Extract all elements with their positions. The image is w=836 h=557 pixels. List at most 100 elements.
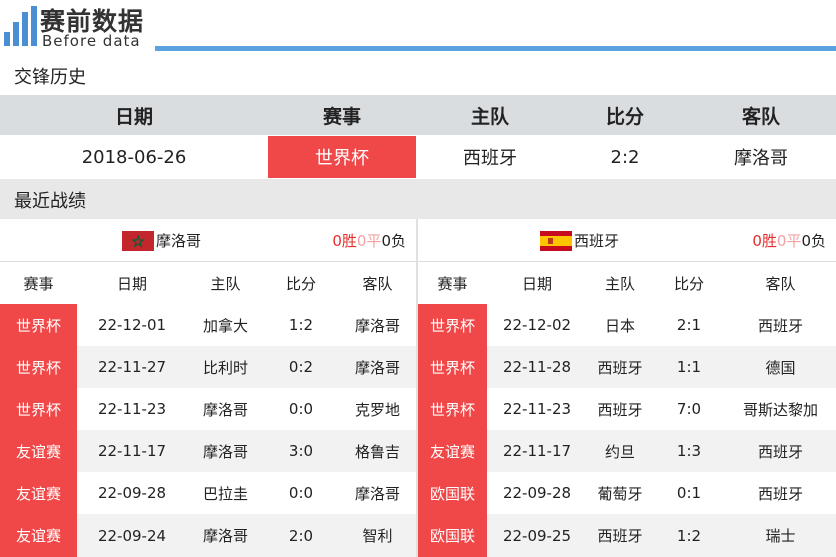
match-date: 22-09-28 bbox=[502, 484, 572, 502]
home-team: 西班牙 bbox=[597, 358, 643, 377]
table-row: 世界杯 22-11-23 摩洛哥 0:0 克罗地 bbox=[0, 388, 417, 430]
score: 1:1 bbox=[676, 358, 702, 376]
match-date: 22-11-28 bbox=[502, 358, 572, 376]
record-left-loss: 0负 bbox=[381, 232, 406, 250]
column-divider bbox=[416, 219, 418, 557]
away-team: 西班牙 bbox=[757, 316, 803, 335]
comp-badge: 世界杯 bbox=[0, 388, 77, 430]
score: 2:1 bbox=[676, 316, 702, 334]
left-header-date: 日期 bbox=[116, 274, 147, 293]
h2h-away: 摩洛哥 bbox=[734, 148, 788, 169]
table-row: 世界杯 22-11-23 西班牙 7:0 哥斯达黎加 bbox=[418, 388, 836, 430]
score: 7:0 bbox=[676, 400, 702, 418]
home-team: 摩洛哥 bbox=[202, 442, 248, 461]
left-header-home: 主队 bbox=[210, 274, 241, 293]
record-right-win: 0胜 bbox=[752, 232, 777, 250]
h2h-section-title: 交锋历史 bbox=[0, 56, 836, 94]
home-team: 日本 bbox=[604, 316, 635, 335]
home-team: 加拿大 bbox=[202, 316, 248, 335]
score: 3:0 bbox=[288, 442, 314, 460]
match-date: 22-12-02 bbox=[502, 316, 572, 334]
match-date: 22-11-27 bbox=[97, 358, 167, 376]
away-team: 摩洛哥 bbox=[354, 358, 400, 377]
logo-subtitle: Before data bbox=[42, 32, 141, 50]
table-row: 世界杯 22-11-28 西班牙 1:1 德国 bbox=[418, 346, 836, 388]
comp-badge: 友谊赛 bbox=[0, 514, 77, 557]
home-team: 西班牙 bbox=[597, 400, 643, 419]
team-header-left: 摩洛哥 0胜0平0负 bbox=[0, 219, 416, 262]
right-header-away: 客队 bbox=[765, 274, 796, 293]
away-team: 克罗地 bbox=[354, 400, 400, 419]
right-header-date: 日期 bbox=[521, 274, 552, 293]
score: 0:0 bbox=[288, 400, 314, 418]
away-team: 瑞士 bbox=[765, 527, 796, 545]
table-row: 欧国联 22-09-25 西班牙 1:2 瑞士 bbox=[418, 514, 836, 557]
left-header-comp: 赛事 bbox=[23, 274, 54, 293]
team-name-left: 摩洛哥 bbox=[156, 232, 202, 250]
h2h-home: 西班牙 bbox=[463, 148, 517, 169]
comp-badge: 世界杯 bbox=[0, 304, 77, 346]
away-team: 摩洛哥 bbox=[354, 484, 400, 503]
comp-badge: 世界杯 bbox=[418, 388, 487, 430]
home-team: 巴拉圭 bbox=[202, 484, 248, 503]
home-team: 葡萄牙 bbox=[597, 484, 643, 503]
away-team: 格鲁吉 bbox=[354, 442, 400, 461]
match-date: 22-09-24 bbox=[97, 526, 167, 545]
away-team: 摩洛哥 bbox=[354, 316, 400, 335]
right-header-score: 比分 bbox=[673, 274, 704, 293]
h2h-row: 2018-06-26 世界杯 西班牙 2:2 摩洛哥 bbox=[0, 136, 836, 178]
record-left: 0胜0平0负 bbox=[332, 230, 406, 251]
score: 2:0 bbox=[288, 526, 314, 545]
comp-badge: 欧国联 bbox=[418, 472, 487, 514]
recent-section-title: 最近战绩 bbox=[0, 179, 836, 219]
match-date: 22-09-25 bbox=[502, 526, 572, 545]
comp-badge: 欧国联 bbox=[418, 514, 487, 557]
table-row: 世界杯 22-11-27 比利时 0:2 摩洛哥 bbox=[0, 346, 417, 388]
match-date: 22-12-01 bbox=[97, 316, 167, 334]
h2h-score: 2:2 bbox=[610, 146, 640, 168]
match-date: 22-11-17 bbox=[97, 442, 167, 460]
left-header-away: 客队 bbox=[362, 274, 393, 293]
score: 0:1 bbox=[676, 484, 702, 502]
h2h-header-row: 日期 赛事 主队 比分 客队 bbox=[0, 95, 836, 135]
right-header-comp: 赛事 bbox=[437, 274, 468, 293]
score: 1:3 bbox=[676, 442, 702, 460]
table-row: 友谊赛 22-11-17 约旦 1:3 西班牙 bbox=[418, 430, 836, 472]
recent-title-text: 最近战绩 bbox=[14, 191, 86, 212]
match-date: 22-11-23 bbox=[502, 400, 572, 418]
match-date: 22-09-28 bbox=[97, 484, 167, 502]
comp-badge: 友谊赛 bbox=[418, 430, 487, 472]
spain-flag-icon bbox=[540, 230, 572, 251]
logo-bars-icon bbox=[4, 6, 38, 46]
h2h-comp-badge: 世界杯 bbox=[268, 136, 416, 178]
record-left-draw: 0平 bbox=[356, 232, 382, 250]
team-name-right: 西班牙 bbox=[574, 232, 620, 250]
score: 1:2 bbox=[676, 526, 702, 545]
score: 0:0 bbox=[288, 484, 314, 502]
match-date: 22-11-23 bbox=[97, 400, 167, 418]
h2h-title-text: 交锋历史 bbox=[14, 67, 86, 88]
header-divider bbox=[155, 46, 836, 51]
table-row: 欧国联 22-09-28 葡萄牙 0:1 西班牙 bbox=[418, 472, 836, 514]
comp-badge: 友谊赛 bbox=[0, 430, 77, 472]
recent-left-header-row: 赛事 日期 主队 比分 客队 bbox=[0, 262, 417, 304]
record-right-loss: 0负 bbox=[801, 232, 826, 250]
recent-right-header-row: 赛事 日期 主队 比分 客队 bbox=[418, 262, 836, 304]
h2h-header-home: 主队 bbox=[470, 105, 509, 128]
record-right: 0胜0平0负 bbox=[752, 230, 826, 251]
h2h-header-away: 客队 bbox=[741, 105, 780, 128]
comp-badge: 世界杯 bbox=[418, 304, 487, 346]
away-team: 西班牙 bbox=[757, 442, 803, 461]
record-left-win: 0胜 bbox=[332, 232, 357, 250]
h2h-header-date: 日期 bbox=[114, 105, 153, 128]
header: 赛前数据 Before data bbox=[0, 0, 836, 60]
away-team: 智利 bbox=[362, 527, 393, 545]
h2h-header-comp: 赛事 bbox=[322, 105, 361, 128]
left-header-score: 比分 bbox=[285, 274, 316, 293]
match-date: 22-11-17 bbox=[502, 442, 572, 460]
table-row: 友谊赛 22-09-28 巴拉圭 0:0 摩洛哥 bbox=[0, 472, 417, 514]
comp-badge: 世界杯 bbox=[418, 346, 487, 388]
home-team: 约旦 bbox=[604, 442, 635, 461]
table-row: 世界杯 22-12-01 加拿大 1:2 摩洛哥 bbox=[0, 304, 417, 346]
home-team: 西班牙 bbox=[597, 527, 643, 545]
